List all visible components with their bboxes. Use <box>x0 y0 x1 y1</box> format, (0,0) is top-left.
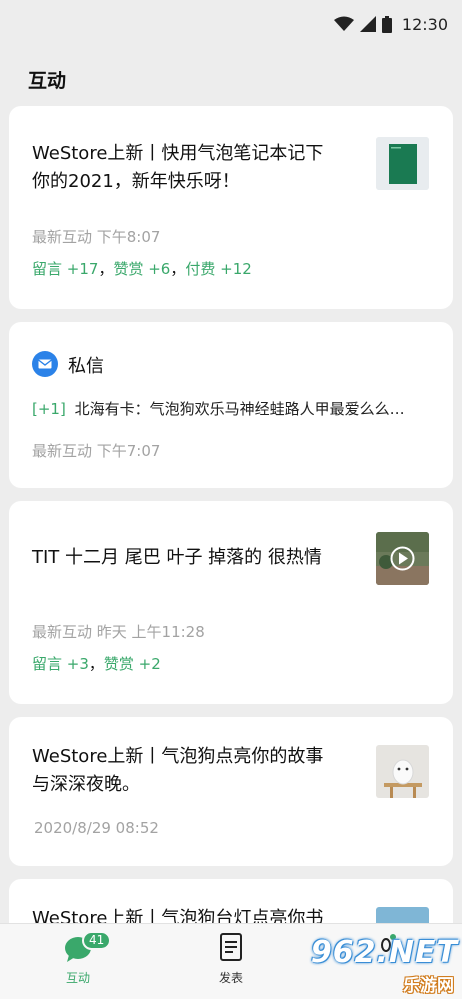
tab-label: 发表 <box>218 971 243 985</box>
article-title-line: 与深深夜晚。 <box>32 774 140 795</box>
mail-icon <box>32 351 58 377</box>
rewards-count[interactable]: 赞赏 +6 <box>113 260 170 278</box>
separator: ， <box>88 655 104 673</box>
interaction-stats[interactable]: 留言 +17，赞赏 +6，付费 +12 <box>32 258 252 279</box>
article-title-line: WeStore上新丨气泡狗点亮你的故事 <box>32 746 324 767</box>
rewards-count[interactable]: 赞赏 +2 <box>104 655 161 673</box>
cellular-signal-icon <box>359 16 376 32</box>
post-date: 2020/8/29 08:52 <box>34 819 159 837</box>
watermark-subtitle: 乐游网 <box>403 976 454 996</box>
private-message-card[interactable]: 私信 [+1] 北海有卡：气泡狗欢乐马神经蛙路人甲最爱么么… 最新互动 下午7:… <box>9 322 453 488</box>
video-thumbnail[interactable] <box>376 532 429 585</box>
tab-interactions[interactable]: 41 互动 <box>38 924 118 999</box>
page-title: 互动 <box>28 70 67 92</box>
article-thumbnail[interactable] <box>376 137 429 190</box>
tab-publish[interactable]: 发表 <box>191 924 271 999</box>
interaction-card-article[interactable]: WeStore上新丨气泡狗点亮你的故事 与深深夜晚。 2020/8/29 08:… <box>9 717 453 866</box>
latest-interaction-time: 最新互动 下午7:07 <box>32 442 161 460</box>
separator: ， <box>170 260 186 278</box>
status-bar: 12:30 <box>0 0 462 48</box>
interaction-stats[interactable]: 留言 +3，赞赏 +2 <box>32 653 161 674</box>
separator: ， <box>98 260 114 278</box>
latest-interaction-time: 最新互动 下午8:07 <box>32 228 161 246</box>
document-icon <box>220 933 242 961</box>
article-thumbnail[interactable] <box>376 745 429 798</box>
wifi-icon <box>333 16 354 31</box>
watermark-brand: 962.NET <box>310 935 458 970</box>
comments-count[interactable]: 留言 +3 <box>32 655 89 673</box>
watermark-logo: 962.NET 乐游网 <box>308 933 458 996</box>
status-time: 12:30 <box>401 14 448 34</box>
battery-icon <box>381 15 392 33</box>
unread-badge: 41 <box>82 931 112 950</box>
tab-label: 互动 <box>65 971 90 985</box>
latest-interaction-time: 最新互动 昨天 上午11:28 <box>32 623 205 641</box>
message-preview-row[interactable]: [+1] 北海有卡：气泡狗欢乐马神经蛙路人甲最爱么么… <box>32 398 405 419</box>
interaction-card-video[interactable]: TIT 十二月 尾巴 叶子 掉落的 很热情 最新互动 昨天 上午11:28 留言… <box>9 501 453 704</box>
video-title[interactable]: TIT 十二月 尾巴 叶子 掉落的 很热情 <box>32 544 352 572</box>
new-message-badge: [+1] <box>32 400 66 418</box>
article-title-line: 你的2021，新年快乐呀！ <box>32 171 240 192</box>
interaction-card-article[interactable]: WeStore上新丨快用气泡笔记本记下 你的2021，新年快乐呀！ 最新互动 下… <box>9 106 453 309</box>
article-title[interactable]: WeStore上新丨快用气泡笔记本记下 你的2021，新年快乐呀！ <box>32 140 352 196</box>
article-title[interactable]: WeStore上新丨气泡狗点亮你的故事 与深深夜晚。 <box>32 743 352 799</box>
message-preview: 北海有卡：气泡狗欢乐马神经蛙路人甲最爱么么… <box>74 400 405 418</box>
private-message-header: 私信 <box>68 356 104 377</box>
paid-count[interactable]: 付费 +12 <box>185 260 251 278</box>
article-title-line: WeStore上新丨快用气泡笔记本记下 <box>32 143 324 164</box>
comments-count[interactable]: 留言 +17 <box>32 260 98 278</box>
